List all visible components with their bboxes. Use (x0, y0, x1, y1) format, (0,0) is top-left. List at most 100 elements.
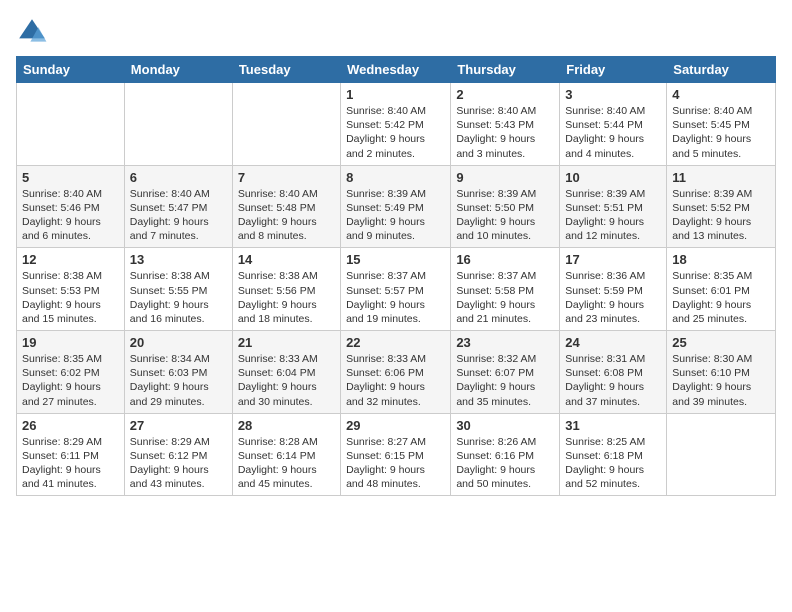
day-number: 28 (238, 418, 335, 433)
calendar-cell: 18Sunrise: 8:35 AM Sunset: 6:01 PM Dayli… (667, 248, 776, 331)
day-number: 15 (346, 252, 445, 267)
calendar-cell: 20 Sunrise: 8:34 AM Sunset: 6:03 PM Dayli… (124, 331, 232, 414)
calendar-cell: 1 Sunrise: 8:40 AM Sunset: 5:42 PM Daylig… (341, 83, 451, 166)
calendar-cell: 22 Sunrise: 8:33 AM Sunset: 6:06 PM Dayli… (341, 331, 451, 414)
day-number: 14 (238, 252, 335, 267)
day-info: Sunrise: 8:40 AM Sunset: 5:48 PM Dayligh… (238, 187, 335, 244)
day-info: Sunrise: 8:33 AM Sunset: 6:04 PM Dayligh… (238, 352, 335, 409)
day-info: Sunrise: 8:39 AM Sunset: 5:52 PM Dayligh… (672, 187, 770, 244)
day-info: Sunrise: 8:39 AM Sunset: 5:51 PM Dayligh… (565, 187, 661, 244)
calendar-cell: 12 Sunrise: 8:38 AM Sunset: 5:53 PM Dayli… (17, 248, 125, 331)
calendar-cell: 26Sunrise: 8:29 AM Sunset: 6:11 PM Dayli… (17, 413, 125, 496)
weekday-header-sunday: Sunday (17, 57, 125, 83)
day-info: Sunrise: 8:26 AM Sunset: 6:16 PM Dayligh… (456, 435, 554, 492)
day-number: 21 (238, 335, 335, 350)
calendar-cell: 30 Sunrise: 8:26 AM Sunset: 6:16 PM Dayli… (451, 413, 560, 496)
day-number: 6 (130, 170, 227, 185)
day-number: 3 (565, 87, 661, 102)
weekday-header-saturday: Saturday (667, 57, 776, 83)
calendar-cell: 3 Sunrise: 8:40 AM Sunset: 5:44 PM Daylig… (560, 83, 667, 166)
day-number: 20 (130, 335, 227, 350)
day-info: Sunrise: 8:36 AM Sunset: 5:59 PM Dayligh… (565, 269, 661, 326)
day-number: 10 (565, 170, 661, 185)
day-info: Sunrise: 8:30 AM Sunset: 6:10 PM Dayligh… (672, 352, 770, 409)
day-info: Sunrise: 8:40 AM Sunset: 5:47 PM Dayligh… (130, 187, 227, 244)
calendar-cell: 29 Sunrise: 8:27 AM Sunset: 6:15 PM Dayli… (341, 413, 451, 496)
day-info: Sunrise: 8:40 AM Sunset: 5:44 PM Dayligh… (565, 104, 661, 161)
logo (16, 16, 52, 48)
calendar-cell: 19 Sunrise: 8:35 AM Sunset: 6:02 PM Dayli… (17, 331, 125, 414)
day-number: 29 (346, 418, 445, 433)
day-number: 18 (672, 252, 770, 267)
calendar-week-1: 1 Sunrise: 8:40 AM Sunset: 5:42 PM Daylig… (17, 83, 776, 166)
calendar-cell: 28 Sunrise: 8:28 AM Sunset: 6:14 PM Dayli… (232, 413, 340, 496)
day-number: 17 (565, 252, 661, 267)
day-number: 11 (672, 170, 770, 185)
day-info: Sunrise: 8:40 AM Sunset: 5:45 PM Dayligh… (672, 104, 770, 161)
day-number: 12 (22, 252, 119, 267)
calendar-cell: 4 Sunrise: 8:40 AM Sunset: 5:45 PM Daylig… (667, 83, 776, 166)
page-header (16, 16, 776, 48)
day-number: 5 (22, 170, 119, 185)
day-info: Sunrise: 8:40 AM Sunset: 5:46 PM Dayligh… (22, 187, 119, 244)
day-number: 4 (672, 87, 770, 102)
day-number: 30 (456, 418, 554, 433)
calendar-cell: 23Sunrise: 8:32 AM Sunset: 6:07 PM Dayli… (451, 331, 560, 414)
calendar-cell: 9Sunrise: 8:39 AM Sunset: 5:50 PM Daylig… (451, 165, 560, 248)
day-info: Sunrise: 8:37 AM Sunset: 5:57 PM Dayligh… (346, 269, 445, 326)
calendar-cell: 8 Sunrise: 8:39 AM Sunset: 5:49 PM Daylig… (341, 165, 451, 248)
day-info: Sunrise: 8:39 AM Sunset: 5:49 PM Dayligh… (346, 187, 445, 244)
day-number: 31 (565, 418, 661, 433)
day-number: 13 (130, 252, 227, 267)
day-number: 24 (565, 335, 661, 350)
day-info: Sunrise: 8:34 AM Sunset: 6:03 PM Dayligh… (130, 352, 227, 409)
day-info: Sunrise: 8:38 AM Sunset: 5:53 PM Dayligh… (22, 269, 119, 326)
logo-icon (16, 16, 48, 48)
calendar-cell (17, 83, 125, 166)
day-number: 22 (346, 335, 445, 350)
calendar-cell: 31 Sunrise: 8:25 AM Sunset: 6:18 PM Dayli… (560, 413, 667, 496)
day-info: Sunrise: 8:33 AM Sunset: 6:06 PM Dayligh… (346, 352, 445, 409)
day-number: 2 (456, 87, 554, 102)
calendar-cell: 17 Sunrise: 8:36 AM Sunset: 5:59 PM Dayli… (560, 248, 667, 331)
day-info: Sunrise: 8:40 AM Sunset: 5:43 PM Dayligh… (456, 104, 554, 161)
calendar-cell (667, 413, 776, 496)
weekday-header-friday: Friday (560, 57, 667, 83)
day-info: Sunrise: 8:28 AM Sunset: 6:14 PM Dayligh… (238, 435, 335, 492)
day-number: 25 (672, 335, 770, 350)
day-info: Sunrise: 8:37 AM Sunset: 5:58 PM Dayligh… (456, 269, 554, 326)
day-info: Sunrise: 8:40 AM Sunset: 5:42 PM Dayligh… (346, 104, 445, 161)
day-info: Sunrise: 8:38 AM Sunset: 5:56 PM Dayligh… (238, 269, 335, 326)
day-number: 16 (456, 252, 554, 267)
day-info: Sunrise: 8:25 AM Sunset: 6:18 PM Dayligh… (565, 435, 661, 492)
day-number: 8 (346, 170, 445, 185)
weekday-header-thursday: Thursday (451, 57, 560, 83)
calendar-cell: 25 Sunrise: 8:30 AM Sunset: 6:10 PM Dayli… (667, 331, 776, 414)
day-number: 23 (456, 335, 554, 350)
calendar-cell (124, 83, 232, 166)
day-info: Sunrise: 8:29 AM Sunset: 6:11 PM Dayligh… (22, 435, 119, 492)
day-number: 19 (22, 335, 119, 350)
day-number: 7 (238, 170, 335, 185)
calendar-cell: 21 Sunrise: 8:33 AM Sunset: 6:04 PM Dayli… (232, 331, 340, 414)
day-info: Sunrise: 8:38 AM Sunset: 5:55 PM Dayligh… (130, 269, 227, 326)
day-number: 27 (130, 418, 227, 433)
day-number: 1 (346, 87, 445, 102)
calendar-cell: 24Sunrise: 8:31 AM Sunset: 6:08 PM Dayli… (560, 331, 667, 414)
calendar-cell: 14 Sunrise: 8:38 AM Sunset: 5:56 PM Dayli… (232, 248, 340, 331)
calendar-cell: 6 Sunrise: 8:40 AM Sunset: 5:47 PM Daylig… (124, 165, 232, 248)
calendar-cell: 2 Sunrise: 8:40 AM Sunset: 5:43 PM Daylig… (451, 83, 560, 166)
calendar-cell: 15 Sunrise: 8:37 AM Sunset: 5:57 PM Dayli… (341, 248, 451, 331)
calendar-week-5: 26Sunrise: 8:29 AM Sunset: 6:11 PM Dayli… (17, 413, 776, 496)
day-info: Sunrise: 8:29 AM Sunset: 6:12 PM Dayligh… (130, 435, 227, 492)
calendar-week-3: 12 Sunrise: 8:38 AM Sunset: 5:53 PM Dayli… (17, 248, 776, 331)
calendar-table: SundayMondayTuesdayWednesdayThursdayFrid… (16, 56, 776, 496)
calendar-cell: 16 Sunrise: 8:37 AM Sunset: 5:58 PM Dayli… (451, 248, 560, 331)
day-info: Sunrise: 8:35 AM Sunset: 6:02 PM Dayligh… (22, 352, 119, 409)
weekday-header-monday: Monday (124, 57, 232, 83)
weekday-header-tuesday: Tuesday (232, 57, 340, 83)
calendar-cell: 11 Sunrise: 8:39 AM Sunset: 5:52 PM Dayli… (667, 165, 776, 248)
day-info: Sunrise: 8:39 AM Sunset: 5:50 PM Dayligh… (456, 187, 554, 244)
day-info: Sunrise: 8:27 AM Sunset: 6:15 PM Dayligh… (346, 435, 445, 492)
calendar-cell: 13 Sunrise: 8:38 AM Sunset: 5:55 PM Dayli… (124, 248, 232, 331)
